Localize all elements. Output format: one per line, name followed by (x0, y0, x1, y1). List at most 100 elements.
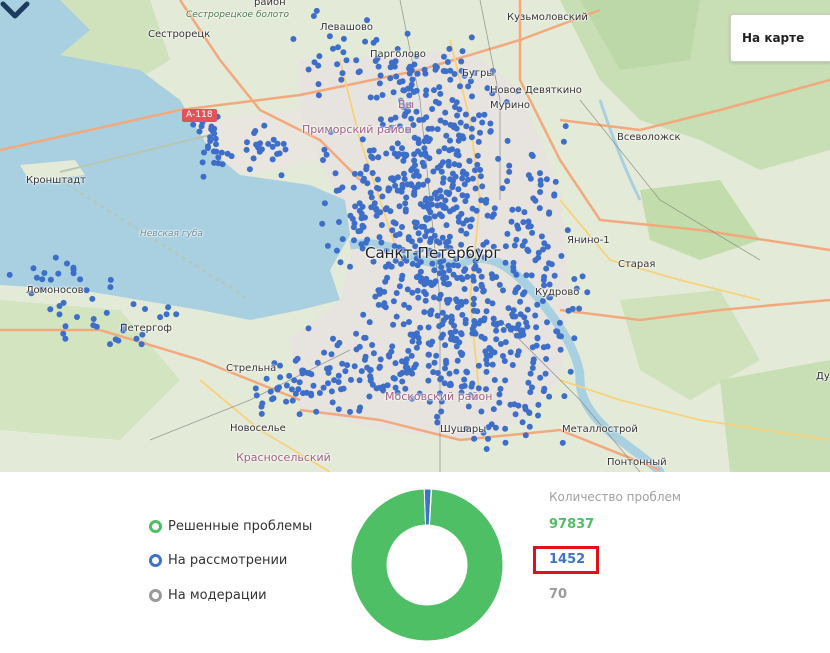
problem-marker[interactable] (509, 362, 516, 368)
problem-marker[interactable] (379, 92, 386, 98)
problem-marker[interactable] (511, 242, 518, 249)
problem-marker[interactable] (288, 386, 295, 393)
problem-marker[interactable] (525, 379, 532, 386)
problem-marker[interactable] (213, 141, 219, 148)
problem-marker[interactable] (350, 184, 357, 191)
problem-marker[interactable] (257, 140, 264, 147)
problem-marker[interactable] (434, 413, 440, 420)
problem-marker[interactable] (406, 70, 413, 77)
problem-marker[interactable] (441, 380, 448, 387)
problem-marker[interactable] (414, 70, 421, 77)
problem-marker[interactable] (361, 356, 368, 363)
problem-marker[interactable] (462, 198, 469, 205)
problem-marker[interactable] (464, 273, 471, 280)
problem-marker[interactable] (337, 259, 344, 266)
problem-marker[interactable] (325, 380, 331, 387)
problem-marker[interactable] (462, 320, 469, 327)
problem-marker[interactable] (291, 377, 298, 384)
problem-marker[interactable] (474, 308, 481, 315)
problem-marker[interactable] (83, 287, 90, 294)
problem-marker[interactable] (356, 377, 363, 384)
problem-marker[interactable] (502, 243, 509, 250)
problem-marker[interactable] (364, 236, 371, 243)
problem-marker[interactable] (41, 270, 48, 276)
problem-marker[interactable] (540, 344, 547, 351)
problem-marker[interactable] (465, 403, 472, 410)
problem-marker[interactable] (446, 296, 453, 303)
problem-marker[interactable] (393, 313, 400, 320)
problem-marker[interactable] (30, 265, 37, 272)
problem-marker[interactable] (490, 315, 497, 322)
problem-marker[interactable] (499, 185, 506, 192)
problem-marker[interactable] (201, 149, 207, 156)
problem-marker[interactable] (173, 311, 180, 318)
problem-marker[interactable] (47, 306, 54, 313)
problem-marker[interactable] (431, 267, 438, 274)
problem-marker[interactable] (379, 193, 386, 200)
problem-marker[interactable] (396, 283, 403, 290)
problem-marker[interactable] (374, 176, 381, 183)
problem-marker[interactable] (445, 191, 452, 198)
problem-marker[interactable] (443, 132, 450, 139)
problem-marker[interactable] (430, 369, 437, 376)
problem-marker[interactable] (62, 323, 69, 330)
problem-marker[interactable] (299, 367, 306, 374)
problem-marker[interactable] (434, 312, 441, 319)
problem-marker[interactable] (483, 352, 490, 358)
problem-marker[interactable] (502, 439, 509, 446)
problem-marker[interactable] (316, 53, 323, 60)
problem-marker[interactable] (528, 151, 535, 158)
problem-marker[interactable] (453, 99, 460, 106)
problem-marker[interactable] (356, 343, 363, 350)
problem-marker[interactable] (409, 165, 416, 172)
problem-marker[interactable] (456, 162, 463, 169)
problem-marker[interactable] (355, 69, 362, 76)
problem-marker[interactable] (537, 177, 544, 184)
problem-marker[interactable] (393, 290, 400, 296)
problem-marker[interactable] (441, 53, 447, 60)
problem-marker[interactable] (543, 356, 550, 362)
problem-marker[interactable] (504, 137, 511, 144)
problem-marker[interactable] (513, 271, 520, 278)
problem-marker[interactable] (546, 260, 552, 267)
problem-marker[interactable] (334, 61, 341, 68)
problem-marker[interactable] (560, 138, 567, 145)
problem-marker[interactable] (360, 224, 367, 230)
problem-marker[interactable] (323, 151, 330, 158)
problem-marker[interactable] (411, 151, 418, 158)
problem-marker[interactable] (538, 233, 545, 240)
problem-marker[interactable] (414, 183, 421, 190)
problem-marker[interactable] (351, 363, 358, 370)
problem-marker[interactable] (455, 186, 462, 193)
problem-marker[interactable] (408, 115, 415, 122)
problem-marker[interactable] (296, 411, 303, 418)
map-view[interactable]: А-118 Сестрорецкое болото Сестрорецк рай… (0, 0, 830, 472)
problem-marker[interactable] (280, 140, 287, 147)
problem-marker[interactable] (351, 237, 357, 244)
problem-marker[interactable] (454, 298, 461, 305)
problem-marker[interactable] (377, 287, 383, 294)
problem-marker[interactable] (425, 377, 432, 384)
problem-marker[interactable] (439, 309, 446, 316)
problem-marker[interactable] (324, 365, 330, 372)
problem-marker[interactable] (361, 334, 368, 341)
problem-marker[interactable] (415, 230, 422, 237)
problem-marker[interactable] (492, 424, 499, 431)
problem-marker[interactable] (440, 68, 447, 74)
problem-marker[interactable] (515, 206, 522, 213)
problem-marker[interactable] (537, 374, 544, 381)
problem-marker[interactable] (527, 370, 534, 377)
problem-marker[interactable] (394, 187, 401, 194)
problem-marker[interactable] (443, 357, 449, 364)
problem-marker[interactable] (546, 209, 553, 216)
problem-marker[interactable] (377, 72, 384, 79)
problem-marker[interactable] (479, 183, 486, 190)
problem-marker[interactable] (436, 295, 443, 302)
problem-marker[interactable] (454, 112, 461, 119)
problem-marker[interactable] (370, 147, 377, 154)
problem-marker[interactable] (89, 295, 96, 302)
problem-marker[interactable] (347, 263, 353, 270)
problem-marker[interactable] (438, 264, 445, 271)
problem-marker[interactable] (446, 267, 453, 274)
problem-marker[interactable] (330, 335, 336, 342)
